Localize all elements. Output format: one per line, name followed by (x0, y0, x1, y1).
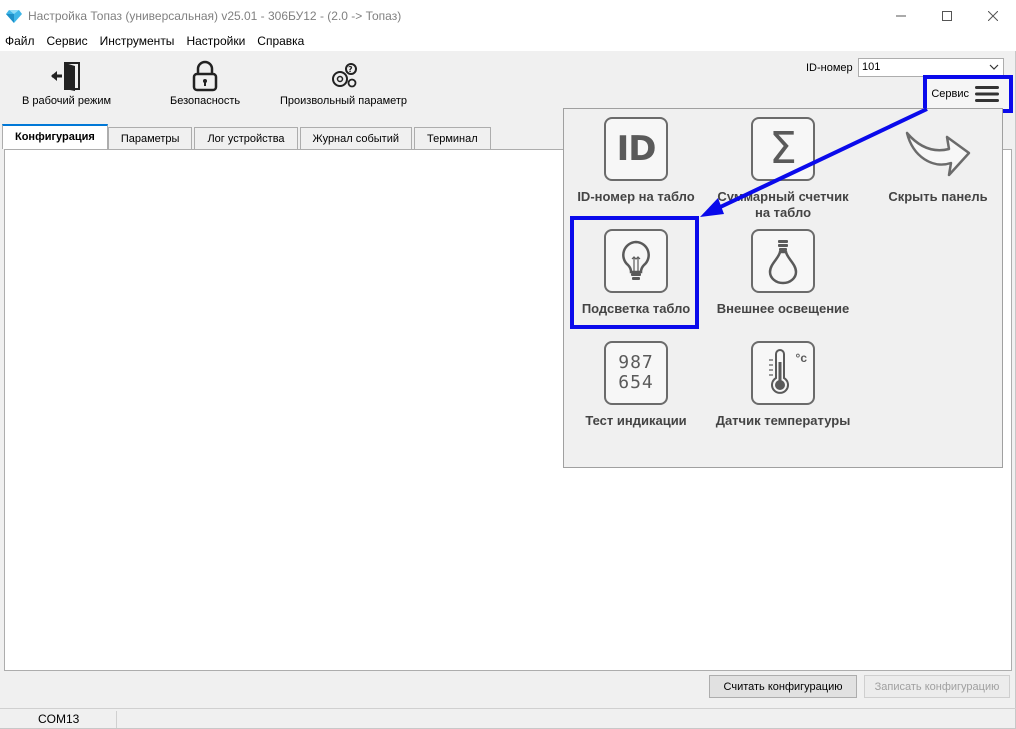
custom-param-button[interactable]: ? Произвольный параметр (280, 59, 407, 107)
gears-question-icon: ? (331, 63, 357, 88)
tile-indication-test[interactable]: 987 654 Тест индикации (566, 341, 706, 429)
sigma-glyph: Σ (769, 123, 797, 174)
menu-settings[interactable]: Настройки (181, 31, 252, 51)
service-button-label: Сервис (931, 88, 969, 100)
sigma-icon: Σ (751, 117, 815, 181)
maximize-button[interactable] (924, 0, 970, 31)
work-mode-button[interactable]: В рабочий режим (22, 59, 111, 107)
tile-temperature-sensor[interactable]: °c Датчик температуры (713, 341, 853, 429)
tab-strip: Конфигурация Параметры Лог устройства Жу… (2, 124, 493, 149)
app-window: Настройка Топаз (универсальная) v25.01 -… (0, 0, 1016, 729)
close-button[interactable] (970, 0, 1016, 31)
menu-file[interactable]: Файл (0, 31, 42, 51)
window-title: Настройка Топаз (универсальная) v25.01 -… (28, 8, 402, 23)
celsius-glyph: °c (795, 351, 807, 365)
status-bar: COM13 (0, 708, 1016, 729)
tile-label-external: Внешнее освещение (716, 301, 850, 316)
write-config-button[interactable]: Записать конфигурацию (864, 675, 1010, 698)
title-bar: Настройка Топаз (универсальная) v25.01 -… (0, 0, 1016, 31)
id-icon: ID (604, 117, 668, 181)
thermometer-icon: °c (751, 341, 815, 405)
maximize-icon (942, 10, 952, 21)
minimize-button[interactable] (878, 0, 924, 31)
tile-label-id: ID-номер на табло (577, 189, 695, 204)
tab-terminal[interactable]: Терминал (414, 127, 491, 149)
id-glyph: ID (616, 129, 657, 169)
tile-label-hide: Скрыть панель (888, 189, 988, 204)
id-number-value: 101 (862, 61, 881, 73)
id-number-label: ID-номер (806, 62, 853, 74)
custom-param-label: Произвольный параметр (280, 95, 408, 107)
curved-arrow-icon (903, 117, 973, 181)
minimize-icon (896, 15, 906, 16)
tab-configuration[interactable]: Конфигурация (2, 124, 108, 149)
menu-tools[interactable]: Инструменты (95, 31, 182, 51)
tile-label-temperature: Датчик температуры (715, 413, 851, 428)
tile-total-counter[interactable]: Σ Суммарный счетчик на табло (713, 117, 853, 221)
security-button[interactable]: Безопасность (170, 59, 240, 107)
tab-device-log[interactable]: Лог устройства (194, 127, 298, 149)
close-icon (988, 10, 998, 21)
svg-text:?: ? (348, 65, 353, 74)
digits-top: 987 (618, 352, 654, 373)
security-label: Безопасность (170, 95, 241, 107)
menu-service[interactable]: Сервис (42, 31, 95, 51)
tile-external-lighting[interactable]: Внешнее освещение (713, 229, 853, 317)
tile-id-on-display[interactable]: ID ID-номер на табло (566, 117, 706, 205)
tab-parameters[interactable]: Параметры (107, 127, 193, 149)
tile-label-test: Тест индикации (585, 413, 687, 428)
menu-bar: Файл Сервис Инструменты Настройки Справк… (0, 31, 1016, 51)
diamond-icon (6, 9, 22, 23)
read-config-button[interactable]: Считать конфигурацию (709, 675, 857, 698)
digits-bottom: 654 (618, 372, 654, 393)
tile-hide-panel[interactable]: Скрыть панель (868, 117, 1008, 205)
tab-event-journal[interactable]: Журнал событий (299, 127, 413, 149)
com-port-status: COM13 (38, 712, 80, 726)
lock-icon (192, 60, 218, 92)
tile-label-sigma: Суммарный счетчик на табло (717, 189, 849, 220)
hamburger-icon (975, 86, 999, 102)
menu-help[interactable]: Справка (252, 31, 311, 51)
highlight-frame (570, 216, 699, 329)
exit-door-icon (50, 62, 80, 91)
digits-icon: 987 654 (604, 341, 668, 405)
work-mode-label: В рабочий режим (22, 95, 112, 107)
bulb-outline-icon (751, 229, 815, 293)
status-divider (116, 711, 117, 728)
